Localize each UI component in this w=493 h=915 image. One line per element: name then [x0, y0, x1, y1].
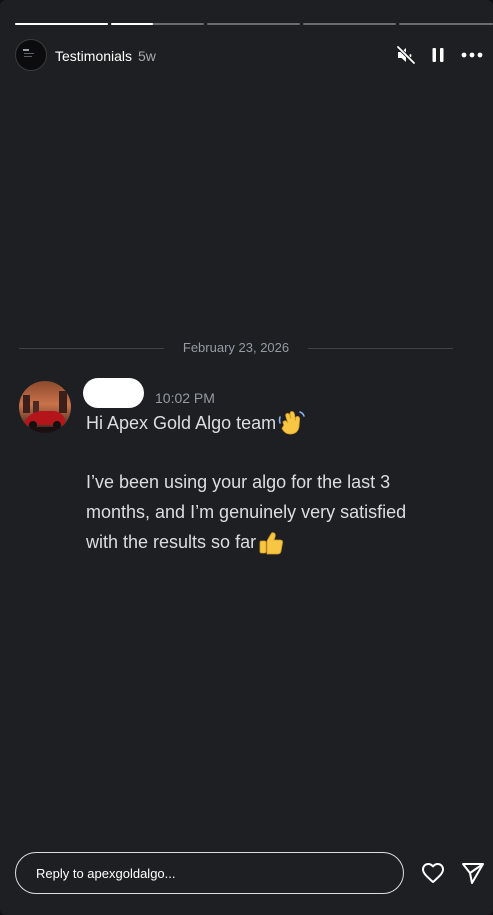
- divider-line: [308, 348, 453, 349]
- message-line: I’ve been using your algo for the last 3: [86, 467, 390, 497]
- progress-segment: [111, 23, 204, 25]
- reply-input[interactable]: [36, 853, 386, 893]
- reply-box[interactable]: [15, 852, 404, 894]
- sender-avatar: [19, 381, 71, 433]
- more-options-icon[interactable]: [460, 43, 484, 67]
- story-age: 5w: [138, 48, 156, 64]
- message-line: Hi Apex Gold Algo team: [86, 408, 306, 439]
- send-icon[interactable]: [460, 860, 486, 886]
- message-line: months, and I’m genuinely very satisfied: [86, 497, 406, 527]
- pause-icon[interactable]: [426, 43, 450, 67]
- message-time: 10:02 PM: [155, 390, 215, 406]
- message-date: February 23, 2026: [182, 340, 290, 355]
- account-avatar[interactable]: [15, 39, 47, 71]
- speaker-muted-icon[interactable]: [394, 43, 418, 67]
- divider-line: [19, 348, 164, 349]
- message-text: I’ve been using your algo for the last 3: [86, 472, 391, 492]
- progress-segment: [207, 23, 300, 25]
- message-line: with the results so far: [86, 527, 286, 558]
- date-divider: February 23, 2026: [19, 338, 453, 358]
- progress-segment: [15, 23, 108, 25]
- story-progress: [15, 23, 493, 26]
- waving-hand-icon: [276, 409, 306, 439]
- message-text: with the results so far: [86, 532, 257, 552]
- account-name[interactable]: Testimonials: [55, 48, 132, 64]
- sender-name-redacted: [83, 378, 144, 408]
- progress-segment: [399, 23, 493, 25]
- thumbs-up-icon: [256, 528, 286, 558]
- message-text: months, and I’m genuinely very satisfied: [86, 502, 407, 522]
- message-text: Hi Apex Gold Algo team: [86, 413, 277, 433]
- progress-segment: [303, 23, 396, 25]
- story-viewer: Testimonials 5w February 23, 2026 10:02 …: [0, 0, 493, 915]
- story-header: Testimonials 5w: [15, 39, 485, 73]
- heart-icon[interactable]: [420, 860, 446, 886]
